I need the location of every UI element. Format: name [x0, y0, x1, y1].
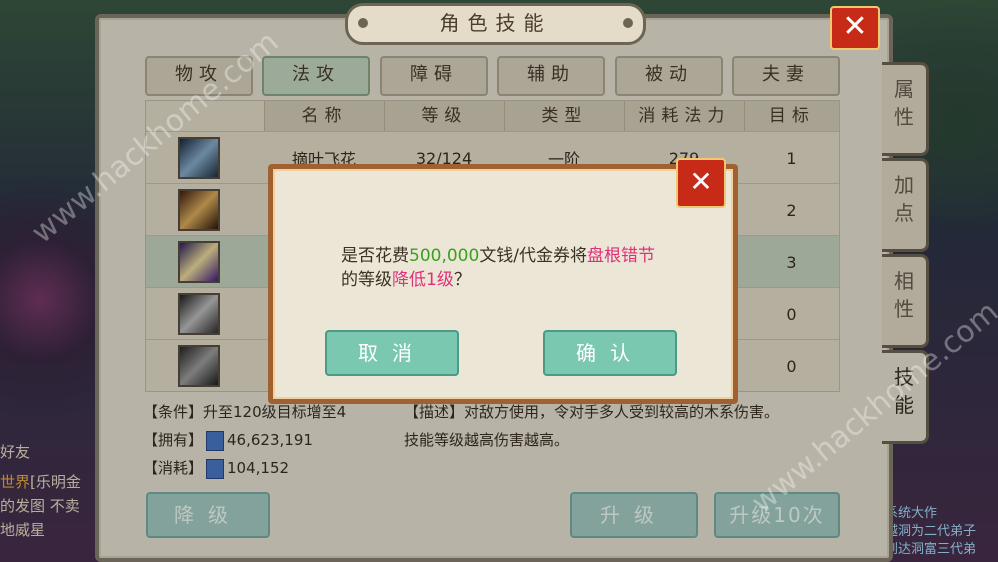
dialog-text: ？	[453, 270, 471, 290]
dialog-skill-name: 盘根错节	[587, 246, 656, 266]
dialog-close-button[interactable]: ✕	[676, 158, 726, 208]
dialog-text: 是否花费	[341, 246, 409, 266]
cancel-button[interactable]: 取消	[325, 330, 459, 376]
dialog-action: 降低1级	[392, 270, 454, 290]
dialog-message: 是否花费500,000文钱/代金券将盘根错节 的等级降低1级？	[341, 244, 701, 292]
dialog-text: 的等级	[341, 270, 392, 290]
close-panel-button[interactable]: ✕	[830, 6, 880, 50]
confirm-button[interactable]: 确认	[543, 330, 677, 376]
panel-title: 角色技能	[345, 3, 646, 45]
dialog-text: 文钱/代金券将	[479, 246, 588, 266]
panel-title-text: 角色技能	[439, 11, 552, 35]
dialog-amount: 500,000	[409, 246, 480, 266]
title-ornament-icon	[623, 18, 633, 28]
title-ornament-icon	[358, 18, 368, 28]
